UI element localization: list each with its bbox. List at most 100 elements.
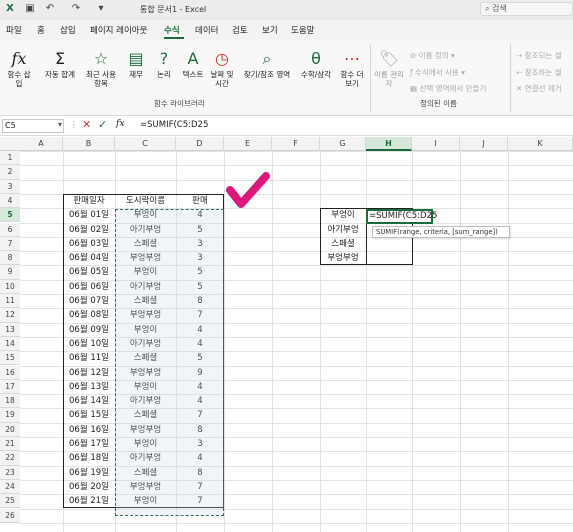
create-from-selection-button[interactable]: ▦ 선택 영역에서 만들기: [410, 83, 486, 94]
column-header-i[interactable]: I: [412, 137, 460, 151]
row-header-5[interactable]: 5: [0, 208, 20, 223]
active-cell-editor[interactable]: =SUMIF(C5:D25: [366, 209, 437, 224]
column-header-f[interactable]: F: [272, 137, 320, 151]
function-tooltip: SUMIF(range, criteria, [sum_range]): [372, 226, 510, 238]
row-header-23[interactable]: 23: [0, 465, 20, 480]
define-name-button[interactable]: ⊘ 이름 정의 ▾: [410, 50, 455, 61]
tab-data[interactable]: 데이터: [195, 24, 218, 36]
row-header-16[interactable]: 16: [0, 365, 20, 380]
gridline: [272, 151, 273, 532]
gridline: [20, 508, 573, 510]
insert-function-icon[interactable]: fx: [116, 119, 124, 129]
gridline: [20, 165, 573, 167]
row-header-6[interactable]: 6: [0, 222, 20, 237]
tag-icon: 🏷: [378, 49, 400, 68]
cancel-icon[interactable]: ✕: [82, 118, 91, 131]
more-options-icon: ⋮: [70, 120, 78, 129]
insert-function-button[interactable]: fx 함수 삽입: [6, 50, 32, 89]
row-header-15[interactable]: 15: [0, 351, 20, 366]
remove-arrows-icon: ✕: [516, 84, 525, 93]
row-header-22[interactable]: 22: [0, 451, 20, 466]
column-header-c[interactable]: C: [115, 137, 176, 151]
trace-dependents-icon: ⇠: [516, 68, 525, 77]
financial-button[interactable]: ▤ 재무: [124, 49, 148, 80]
star-icon: ☆: [93, 49, 109, 68]
financial-book-icon: ▤: [128, 49, 144, 68]
defined-names-group-label: 정의된 이름: [420, 99, 457, 108]
row-header-17[interactable]: 17: [0, 379, 20, 395]
more-functions-icon: ⋯: [344, 49, 360, 68]
trace-dependents-button[interactable]: ⇠ 참조하는 셀: [516, 67, 562, 78]
tab-home[interactable]: 홈: [37, 24, 45, 36]
row-header-20[interactable]: 20: [0, 422, 20, 437]
customize-quick-access-icon[interactable]: ▾: [95, 3, 107, 15]
excel-logo-icon: X: [6, 3, 14, 14]
column-header-d[interactable]: D: [176, 137, 224, 151]
date-time-button[interactable]: ◷ 날짜 및 시간: [208, 50, 236, 89]
row-header-21[interactable]: 21: [0, 437, 20, 452]
lookup-reference-button[interactable]: ⌕ 찾기/참조 영역: [240, 49, 294, 80]
recently-used-button[interactable]: ☆ 최근 사용 항목: [82, 49, 120, 89]
column-header-j[interactable]: J: [460, 137, 508, 151]
row-header-26[interactable]: 26: [0, 508, 20, 523]
lookup-icon: ⌕: [262, 49, 272, 68]
search-box[interactable]: ⌕ 검색: [480, 2, 573, 16]
tab-view[interactable]: 보기: [262, 24, 278, 36]
editing-formula: =SUMIF(C5:D25: [369, 211, 438, 221]
define-name-icon: ⊘: [410, 51, 419, 60]
use-in-formula-button[interactable]: ƒ 수식에서 사용 ▾: [410, 67, 465, 78]
row-header-11[interactable]: 11: [0, 294, 20, 309]
tab-file[interactable]: 파일: [6, 24, 22, 36]
row-header-1[interactable]: 1: [0, 151, 20, 166]
row-header-4[interactable]: 4: [0, 193, 20, 209]
more-functions-button[interactable]: ⋯ 함수 더 보기: [338, 49, 366, 89]
row-header-2[interactable]: 2: [0, 165, 20, 180]
trace-precedents-button[interactable]: ⇢ 참조되는 셀: [516, 50, 562, 61]
gridline: [20, 151, 573, 152]
row-header-18[interactable]: 18: [0, 394, 20, 409]
text-button[interactable]: A 텍스트: [180, 49, 206, 80]
column-header-k[interactable]: K: [508, 137, 573, 151]
column-header-h[interactable]: H: [366, 137, 412, 151]
ribbon-separator: [510, 44, 511, 112]
column-header-g[interactable]: G: [320, 137, 366, 151]
undo-icon[interactable]: ↶: [44, 3, 56, 15]
name-box[interactable]: C5: [2, 119, 64, 133]
math-trig-button[interactable]: θ 수학/삼각: [296, 49, 336, 80]
row-header-8[interactable]: 8: [0, 251, 20, 266]
autosum-button[interactable]: Σ 자동 합계: [40, 50, 80, 80]
theta-icon: θ: [311, 49, 321, 68]
tab-help[interactable]: 도움말: [291, 24, 314, 36]
tab-review[interactable]: 검토: [232, 24, 248, 36]
formula-input[interactable]: =SUMIF(C5:D25: [140, 120, 208, 130]
column-header-e[interactable]: E: [224, 137, 272, 151]
tab-page-layout[interactable]: 페이지 레이아웃: [90, 24, 147, 36]
row-header-19[interactable]: 19: [0, 408, 20, 423]
enter-icon[interactable]: ✓: [98, 118, 107, 131]
name-box-dropdown-icon[interactable]: ▾: [58, 120, 62, 129]
row-header-3[interactable]: 3: [0, 179, 20, 194]
row-header-9[interactable]: 9: [0, 265, 20, 280]
redo-icon[interactable]: ↷: [70, 3, 82, 15]
row-header-24[interactable]: 24: [0, 479, 20, 495]
tab-insert[interactable]: 삽입: [60, 24, 76, 36]
row-header-25[interactable]: 25: [0, 494, 20, 509]
gridline: [20, 522, 573, 524]
column-header-b[interactable]: B: [63, 137, 115, 151]
row-header-14[interactable]: 14: [0, 336, 20, 352]
row-header-12[interactable]: 12: [0, 308, 20, 323]
save-icon[interactable]: ▣: [24, 3, 36, 15]
search-placeholder: 검색: [492, 4, 507, 13]
range-selection-marquee: [115, 209, 224, 516]
gridline: [224, 151, 225, 532]
text-book-icon: A: [187, 49, 199, 68]
logical-button[interactable]: ? 논리: [152, 50, 176, 80]
name-manager-button[interactable]: 🏷 이름 관리자: [374, 49, 404, 89]
row-header-13[interactable]: 13: [0, 322, 20, 337]
row-header-7[interactable]: 7: [0, 236, 20, 252]
function-library-group-label: 함수 라이브러리: [154, 99, 205, 108]
row-header-10[interactable]: 10: [0, 279, 20, 294]
column-header-a[interactable]: A: [20, 137, 63, 151]
tab-formulas[interactable]: 수식: [164, 24, 180, 36]
remove-arrows-button[interactable]: ✕ 연결선 제거: [516, 83, 562, 94]
